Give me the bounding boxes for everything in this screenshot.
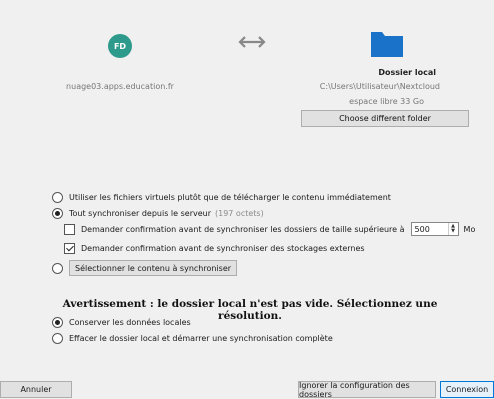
- local-folder-path: C:\Users\Utilisateur\Nextcloud: [319, 82, 440, 91]
- account-avatar: FD: [108, 34, 132, 58]
- confirm-large-checkbox[interactable]: [64, 223, 75, 235]
- free-space-label: espace libre 33 Go: [349, 97, 424, 106]
- spin-arrows-icon[interactable]: ▲ ▼: [447, 223, 458, 235]
- bidirectional-arrow-icon: [238, 36, 266, 48]
- select-content-radio[interactable]: [52, 262, 63, 274]
- erase-local-option[interactable]: Effacer le dossier local et démarrer une…: [52, 331, 333, 345]
- size-limit-spinbox[interactable]: 500 ▲ ▼: [410, 222, 459, 236]
- keep-local-label: Conserver les données locales: [69, 317, 191, 327]
- sync-all-radio[interactable]: [52, 207, 63, 219]
- confirm-large-option[interactable]: Demander confirmation avant de synchroni…: [64, 222, 475, 236]
- size-limit-unit: Mo: [463, 224, 476, 234]
- local-folder-title: Dossier local: [378, 68, 436, 77]
- sync-all-size: (197 octets): [215, 208, 264, 218]
- size-limit-value[interactable]: 500: [412, 225, 448, 234]
- keep-local-option[interactable]: Conserver les données locales: [52, 315, 191, 329]
- keep-local-radio[interactable]: [52, 316, 63, 328]
- confirm-external-label: Demander confirmation avant de synchroni…: [81, 243, 365, 253]
- virtual-files-label: Utiliser les fichiers virtuels plutôt qu…: [69, 192, 391, 202]
- erase-local-radio[interactable]: [52, 332, 63, 344]
- sync-all-label: Tout synchroniser depuis le serveur: [69, 208, 211, 218]
- cancel-button[interactable]: Annuler: [0, 381, 72, 398]
- confirm-external-checkbox[interactable]: [64, 242, 75, 254]
- connect-button[interactable]: Connexion: [440, 381, 494, 398]
- virtual-files-option[interactable]: Utiliser les fichiers virtuels plutôt qu…: [52, 190, 391, 204]
- select-content-button[interactable]: Sélectionner le contenu à synchroniser: [69, 260, 238, 276]
- choose-folder-button[interactable]: Choose different folder: [301, 110, 469, 127]
- virtual-files-radio[interactable]: [52, 191, 63, 203]
- sync-all-option[interactable]: Tout synchroniser depuis le serveur (197…: [52, 206, 264, 220]
- skip-folder-config-button[interactable]: Ignorer la configuration des dossiers: [298, 381, 436, 399]
- erase-local-label: Effacer le dossier local et démarrer une…: [69, 333, 333, 343]
- server-url: nuage03.apps.education.fr: [66, 82, 174, 91]
- select-content-option[interactable]: Sélectionner le contenu à synchroniser: [52, 259, 238, 277]
- confirm-external-option[interactable]: Demander confirmation avant de synchroni…: [64, 241, 365, 255]
- confirm-large-label: Demander confirmation avant de synchroni…: [81, 224, 405, 234]
- folder-icon: [371, 32, 403, 57]
